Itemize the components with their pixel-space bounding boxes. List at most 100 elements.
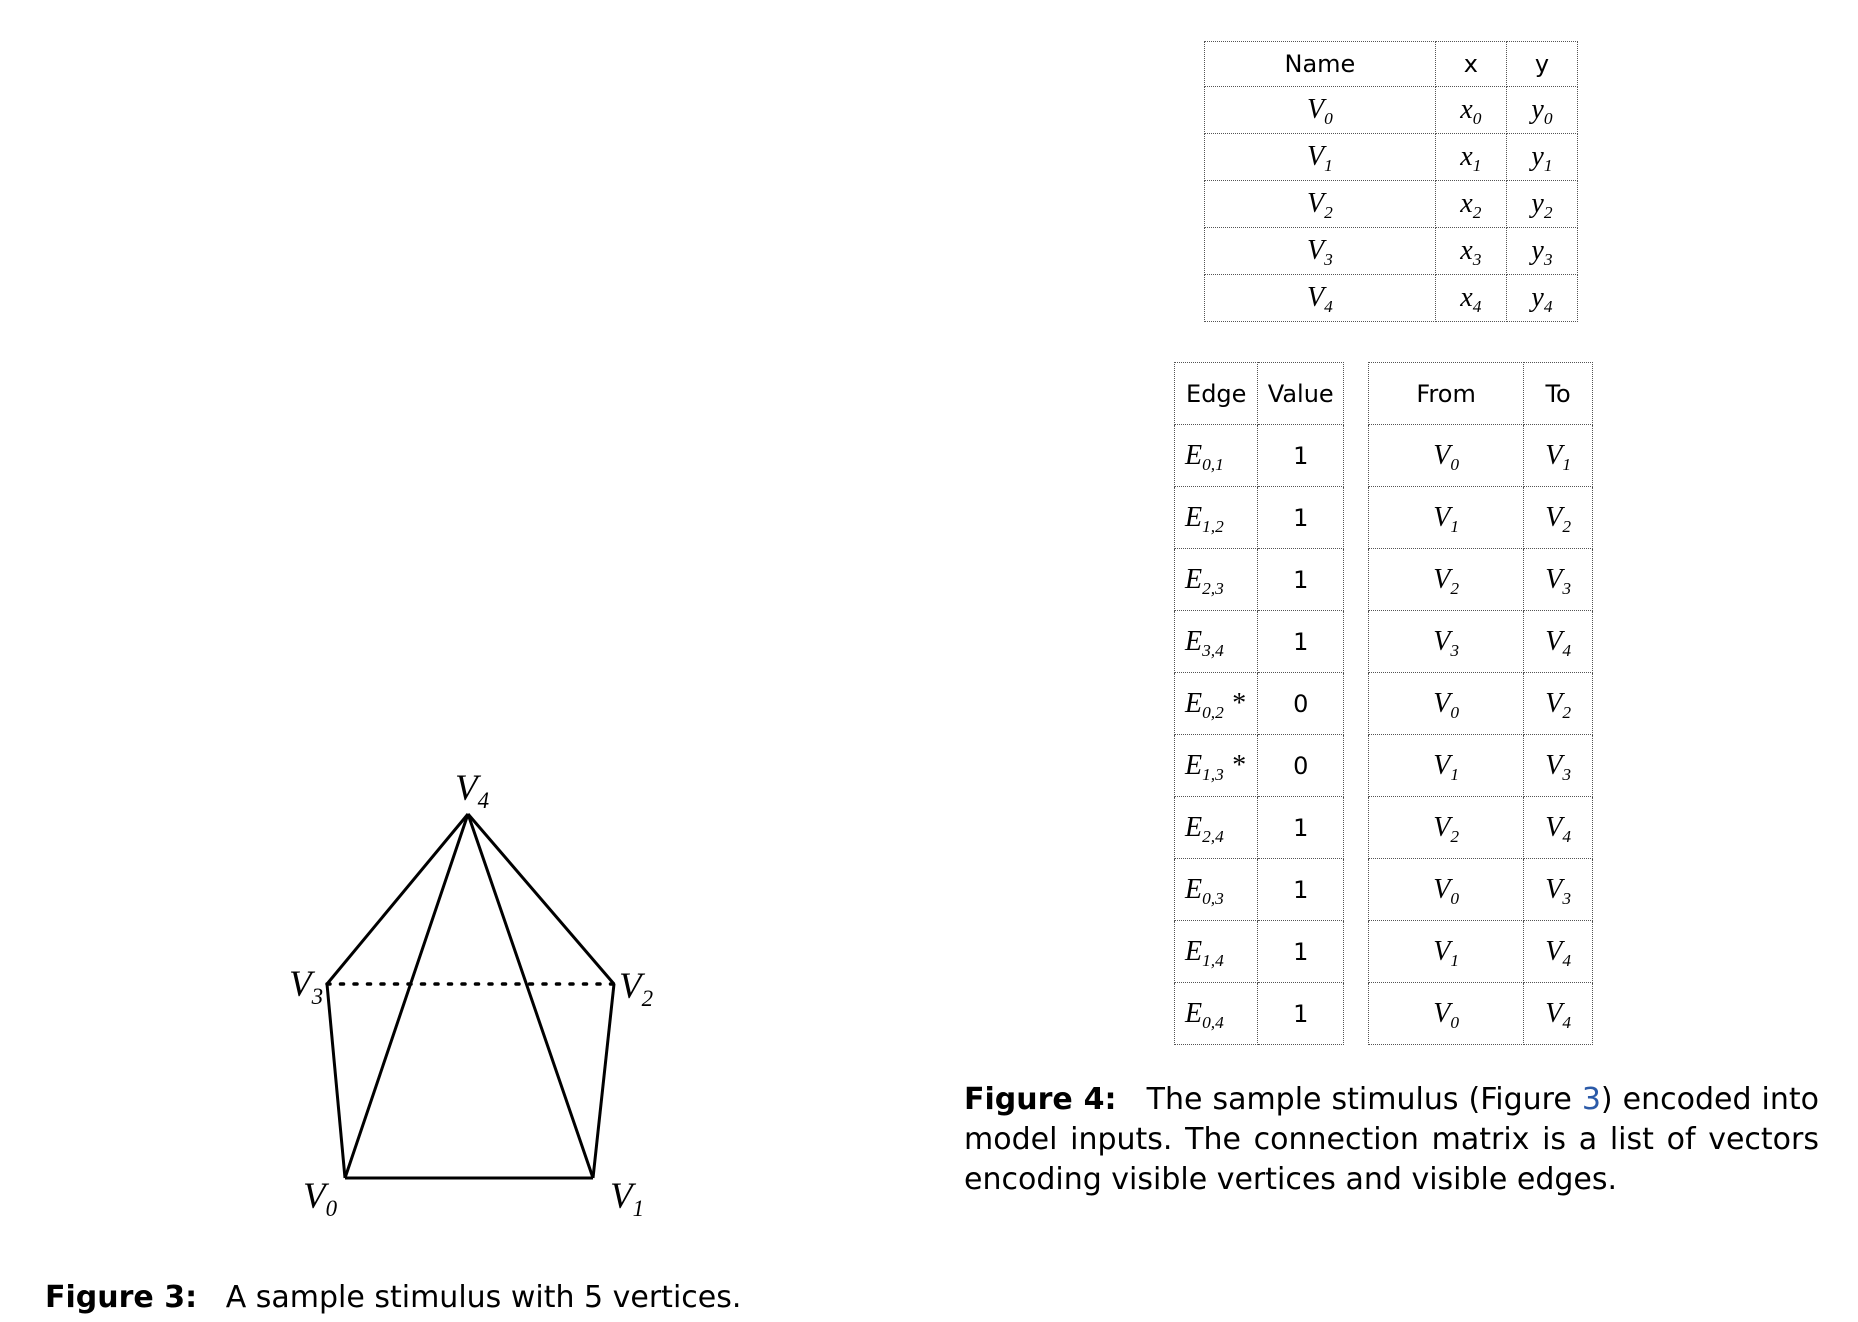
edge-table-header: Edge Value <box>1173 362 1344 425</box>
to-cell: V3 <box>1523 548 1593 611</box>
edge-cell: E0,4 <box>1173 982 1259 1045</box>
vertex-x-cell: x3 <box>1434 227 1507 275</box>
vertex-name-cell: V1 <box>1204 133 1436 181</box>
header-value: Value <box>1257 362 1344 425</box>
edge-v4-v1 <box>466 813 595 1179</box>
to-cell: V3 <box>1523 734 1593 797</box>
edge-value-table: Edge Value E0,1 1 E1,2 1 E2,3 1 E3,4 1 E… <box>1173 362 1344 1045</box>
edge-cell: E1,3 * <box>1173 734 1259 797</box>
from-cell: V0 <box>1367 982 1525 1045</box>
from-cell: V2 <box>1367 796 1525 859</box>
table-row: V3 V4 <box>1367 610 1593 673</box>
table-row: E2,4 1 <box>1173 796 1344 859</box>
table-row: V2 x2 y2 <box>1204 180 1579 228</box>
header-to: To <box>1523 362 1593 425</box>
from-cell: V1 <box>1367 486 1525 549</box>
vertex-name-cell: V0 <box>1204 86 1436 134</box>
table-row: V2 V4 <box>1367 796 1593 859</box>
vertex-x-cell: x0 <box>1434 86 1507 134</box>
vertex-table-header: Name x y <box>1204 41 1579 87</box>
vertex-label-v4: V4 <box>455 768 490 814</box>
table-row: V3 x3 y3 <box>1204 227 1579 275</box>
from-cell: V2 <box>1367 548 1525 611</box>
edge-cell: E2,3 <box>1173 548 1259 611</box>
table-row: E1,4 1 <box>1173 920 1344 983</box>
table-row: E0,4 1 <box>1173 982 1344 1045</box>
from-cell: V0 <box>1367 858 1525 921</box>
from-cell: V0 <box>1367 424 1525 487</box>
to-cell: V4 <box>1523 920 1593 983</box>
table-row: E2,3 1 <box>1173 548 1344 611</box>
vertex-name-cell: V4 <box>1204 274 1436 322</box>
table-row: E3,4 1 <box>1173 610 1344 673</box>
to-cell: V2 <box>1523 672 1593 735</box>
from-cell: V1 <box>1367 920 1525 983</box>
vertex-y-cell: y3 <box>1505 227 1579 275</box>
from-cell: V0 <box>1367 672 1525 735</box>
table-row: E0,2 * 0 <box>1173 672 1344 735</box>
from-cell: V3 <box>1367 610 1525 673</box>
table-row: E0,3 1 <box>1173 858 1344 921</box>
vertex-label-v2: V2 <box>619 966 654 1012</box>
edge-cell: E1,2 <box>1173 486 1259 549</box>
table-row: V0 V4 <box>1367 982 1593 1045</box>
figure-4-caption-pre: The sample stimulus (Figure <box>1146 1082 1582 1117</box>
edge-cell: E0,3 <box>1173 858 1259 921</box>
edge-v3-v4 <box>325 813 470 985</box>
vertex-y-cell: y4 <box>1505 274 1579 322</box>
edge-cell: E1,4 <box>1173 920 1259 983</box>
vertex-y-cell: y0 <box>1505 86 1579 134</box>
table-row: V0 V2 <box>1367 672 1593 735</box>
table-row: V1 x1 y1 <box>1204 133 1579 181</box>
figure-3-reference-link[interactable]: 3 <box>1582 1082 1601 1117</box>
vertex-y-cell: y1 <box>1505 133 1579 181</box>
header-from: From <box>1367 362 1525 425</box>
vertex-name-cell: V3 <box>1204 227 1436 275</box>
figure-4-label: Figure 4: <box>964 1082 1117 1117</box>
figure-3-caption-text: A sample stimulus with 5 vertices. <box>225 1280 742 1315</box>
edge-v3-v0 <box>325 983 347 1179</box>
to-cell: V4 <box>1523 610 1593 673</box>
value-cell: 0 <box>1257 734 1344 797</box>
to-cell: V4 <box>1523 796 1593 859</box>
vertex-label-v3: V3 <box>289 964 324 1010</box>
figure-3-label: Figure 3: <box>45 1280 198 1315</box>
header-x: x <box>1434 41 1507 87</box>
table-row: E1,2 1 <box>1173 486 1344 549</box>
from-cell: V1 <box>1367 734 1525 797</box>
edge-cell: E2,4 <box>1173 796 1259 859</box>
table-row: V1 V4 <box>1367 920 1593 983</box>
header-edge: Edge <box>1173 362 1259 425</box>
vertex-y-cell: y2 <box>1505 180 1579 228</box>
header-y: y <box>1505 41 1579 87</box>
edge-v4-v2 <box>466 813 616 985</box>
vertex-x-cell: x2 <box>1434 180 1507 228</box>
vertex-name-cell: V2 <box>1204 180 1436 228</box>
vertex-table: Name x y V0 x0 y0 V1 x1 y1 V2 x2 y2 V3 x… <box>1204 41 1579 322</box>
value-cell: 1 <box>1257 486 1344 549</box>
value-cell: 0 <box>1257 672 1344 735</box>
edge-cell: E0,2 * <box>1173 672 1259 735</box>
vertex-x-cell: x4 <box>1434 274 1507 322</box>
to-cell: V2 <box>1523 486 1593 549</box>
header-name: Name <box>1204 41 1436 87</box>
table-row: V1 V2 <box>1367 486 1593 549</box>
edge-v1-v2 <box>591 983 616 1179</box>
table-row: V2 V3 <box>1367 548 1593 611</box>
from-to-header: From To <box>1367 362 1593 425</box>
value-cell: 1 <box>1257 858 1344 921</box>
table-row: E1,3 * 0 <box>1173 734 1344 797</box>
value-cell: 1 <box>1257 982 1344 1045</box>
value-cell: 1 <box>1257 796 1344 859</box>
vertex-x-cell: x1 <box>1434 133 1507 181</box>
value-cell: 1 <box>1257 424 1344 487</box>
value-cell: 1 <box>1257 920 1344 983</box>
from-to-table: From To V0 V1 V1 V2 V2 V3 V3 V4 V0 V2 V1 V3 V2… <box>1367 362 1593 1045</box>
edge-cell: E3,4 <box>1173 610 1259 673</box>
table-row: V0 V1 <box>1367 424 1593 487</box>
table-row: V0 x0 y0 <box>1204 86 1579 134</box>
table-row: V4 x4 y4 <box>1204 274 1579 322</box>
to-cell: V3 <box>1523 858 1593 921</box>
to-cell: V1 <box>1523 424 1593 487</box>
figure-3-caption: Figure 3: A sample stimulus with 5 verti… <box>45 1278 741 1318</box>
